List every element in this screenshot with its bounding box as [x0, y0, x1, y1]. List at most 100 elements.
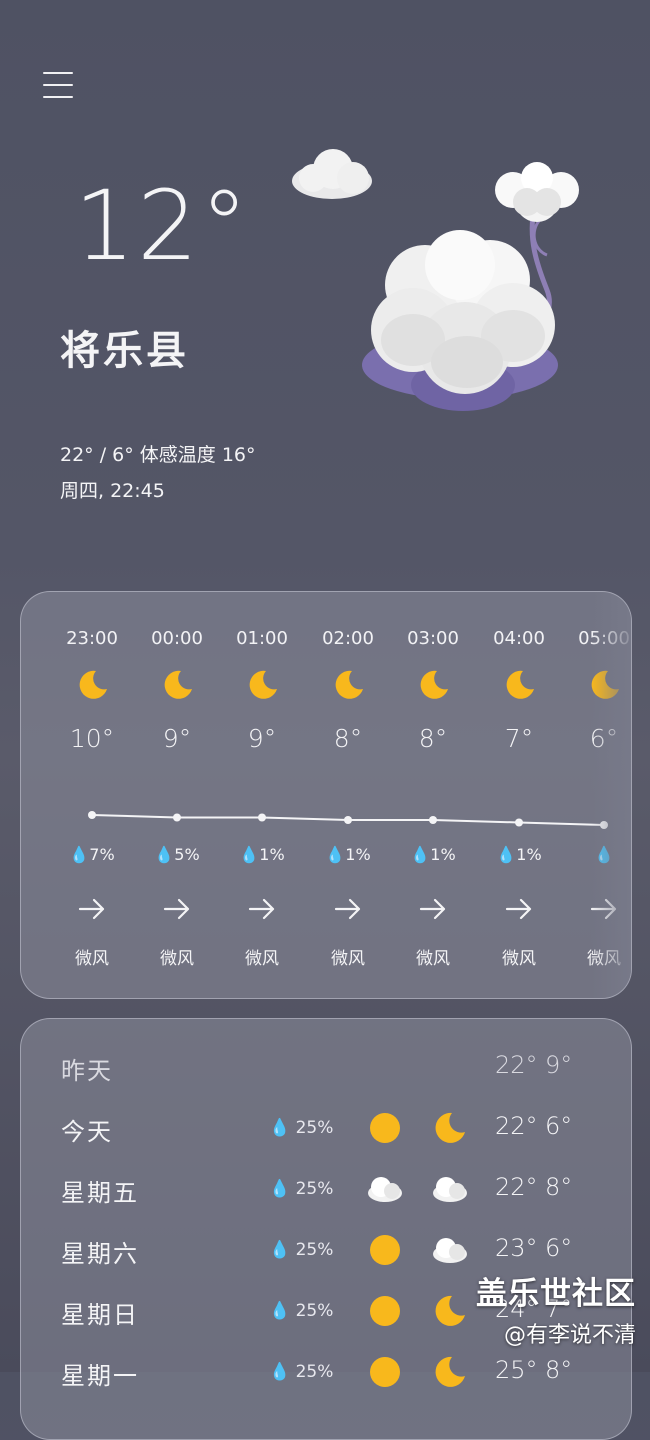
daily-row-yesterday[interactable]: 昨天 22° 9° [21, 1047, 631, 1087]
day-high-temp: 25° [495, 1356, 538, 1384]
watermark-brand: 盖乐世社区 [476, 1276, 636, 1312]
precip-value: 25% [295, 1179, 334, 1199]
hour-temperature: 7° [504, 724, 534, 753]
temperature-range-feels-like: 22° / 6° 体感温度 16° [60, 444, 256, 466]
temperature-point [173, 813, 181, 822]
moon-icon [435, 1356, 465, 1387]
wind-direction-arrow-icon [334, 898, 361, 920]
day-precipitation: 💧 25% [269, 1301, 333, 1321]
precip-value: 1% [345, 845, 371, 864]
hour-precipitation: 💧5% [134, 845, 220, 864]
raindrop-icon: 💧 [269, 1240, 291, 1260]
daily-row[interactable]: 星期一 💧 25% 25° 8° [21, 1352, 631, 1392]
hourly-forecast-card[interactable]: 23:00 10° 💧7% 微风 00:00 9° 💧5% 微风 01:00 9… [20, 591, 632, 999]
precip-value: 25% [295, 1240, 334, 1260]
daily-row[interactable]: 今天 💧 25% 22° 6° [21, 1108, 631, 1148]
temperature-point [88, 811, 96, 819]
current-datetime: 周四, 22:45 [60, 480, 165, 502]
sun-icon [370, 1296, 400, 1326]
precip-value: 1% [516, 845, 542, 864]
precip-value: 5% [174, 845, 200, 864]
small-cloud-icon [292, 149, 372, 199]
day-precipitation: 💧 25% [269, 1240, 333, 1260]
temperature-point [258, 813, 266, 822]
hour-temperature: 8° [333, 724, 363, 753]
temperature-point [344, 816, 352, 824]
watermark-author: @有李说不清 [503, 1323, 636, 1348]
raindrop-icon: 💧 [69, 845, 90, 864]
hour-wind: 微风 [245, 949, 279, 969]
raindrop-icon: 💧 [269, 1118, 291, 1138]
wind-direction-arrow-icon [505, 898, 532, 920]
hour-precipitation: 💧1% [390, 845, 476, 864]
hour-wind: 微风 [75, 949, 109, 969]
hour-temperature: 8° [418, 724, 448, 753]
hour-wind: 微风 [416, 949, 450, 969]
day-name: 星期六 [61, 1240, 139, 1268]
raindrop-icon: 💧 [410, 845, 431, 864]
wind-direction-arrow-icon [248, 898, 275, 920]
hour-time: 23:00 [66, 628, 118, 649]
city-name[interactable]: 将乐县 [60, 318, 189, 376]
moon-icon [435, 1295, 465, 1326]
hour-precipitation: 💧1% [305, 845, 391, 864]
day-precipitation: 💧 25% [269, 1362, 333, 1382]
daily-forecast-card[interactable]: 昨天 22° 9° 今天 💧 25% 22° 6° 星期五 💧 25% 22° … [20, 1018, 632, 1440]
day-high-temp: 22° [495, 1173, 538, 1201]
hour-precipitation: 💧1% [476, 845, 562, 864]
precip-value: 25% [295, 1301, 334, 1321]
hour-temperature: 10° [69, 724, 115, 753]
cloud-icon [368, 1177, 402, 1202]
day-low-temp: 9° [545, 1051, 573, 1079]
daily-row[interactable]: 星期五 💧 25% 22° 8° [21, 1169, 631, 1209]
day-name: 昨天 [61, 1057, 113, 1085]
hour-precipitation: 💧7% [49, 845, 135, 864]
raindrop-icon: 💧 [154, 845, 175, 864]
moon-icon [249, 670, 277, 699]
menu-icon[interactable] [43, 72, 73, 100]
day-low-temp: 8° [545, 1356, 573, 1384]
daily-row[interactable]: 星期六 💧 25% 23° 6° [21, 1230, 631, 1270]
day-low-temp: 8° [545, 1173, 573, 1201]
precip-value: 1% [430, 845, 456, 864]
precip-value: 7% [89, 845, 115, 864]
day-name: 星期日 [61, 1301, 139, 1329]
precip-value: 25% [295, 1362, 334, 1382]
wind-direction-arrow-icon [163, 898, 190, 920]
precip-value: 1% [259, 845, 285, 864]
hour-temperature: 9° [247, 724, 277, 753]
day-name: 星期五 [61, 1179, 139, 1207]
wind-direction-arrow-icon [78, 898, 105, 920]
hour-wind: 微风 [331, 949, 365, 969]
hour-time: 02:00 [322, 628, 374, 649]
day-high-temp: 23° [495, 1234, 538, 1262]
raindrop-icon: 💧 [496, 845, 517, 864]
raindrop-icon: 💧 [325, 845, 346, 864]
hour-wind: 微风 [502, 949, 536, 969]
hour-time: 01:00 [236, 628, 288, 649]
moon-icon [420, 670, 448, 699]
moon-icon [335, 670, 363, 699]
moon-icon [506, 670, 534, 699]
raindrop-icon: 💧 [269, 1301, 291, 1321]
sun-icon [370, 1235, 400, 1265]
temperature-point [515, 818, 523, 827]
day-high-temp: 22° [495, 1051, 538, 1079]
cloud-icon [433, 1238, 467, 1263]
day-high-temp: 22° [495, 1112, 538, 1140]
sun-icon [370, 1113, 400, 1143]
day-low-temp: 6° [545, 1112, 573, 1140]
hour-time: 03:00 [407, 628, 459, 649]
current-temperature: 12° [74, 170, 251, 282]
raindrop-icon: 💧 [269, 1179, 291, 1199]
raindrop-icon: 💧 [269, 1362, 291, 1382]
day-name: 星期一 [61, 1362, 139, 1390]
hour-time: 04:00 [493, 628, 545, 649]
watermark: 盖乐世社区 @有李说不清 [476, 1268, 636, 1349]
cloud-icon [433, 1177, 467, 1202]
hour-temperature: 9° [162, 724, 192, 753]
day-precipitation: 💧 25% [269, 1118, 333, 1138]
hour-wind: 微风 [160, 949, 194, 969]
cotton-cloud-illustration [292, 149, 579, 411]
temperature-point [429, 816, 437, 824]
